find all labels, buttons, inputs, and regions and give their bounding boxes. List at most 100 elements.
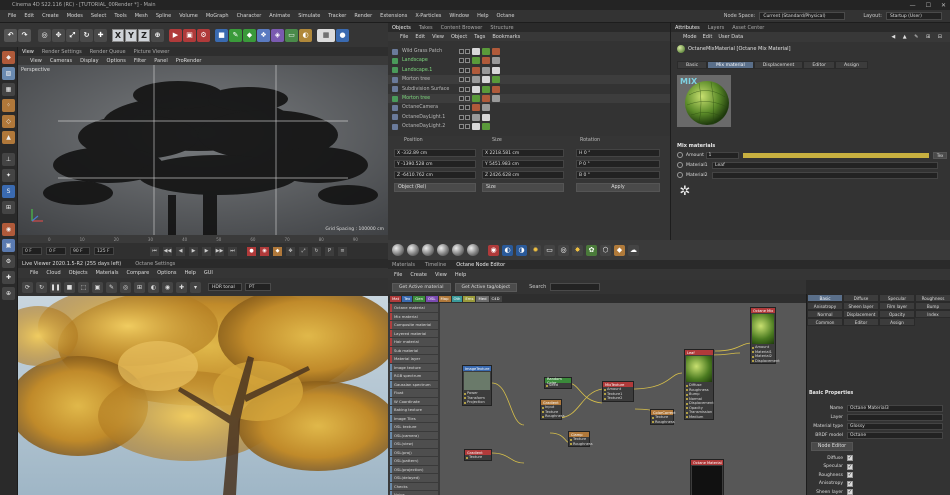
material-type-select[interactable]: Glossy xyxy=(847,422,943,430)
name-field[interactable]: Octane Material3 xyxy=(847,404,943,412)
y-axis-lock[interactable]: Y xyxy=(125,28,137,42)
size-z-field[interactable]: Z 2426.628 cm xyxy=(482,171,564,179)
size-y-field[interactable]: Y 5451.983 cm xyxy=(482,160,564,168)
liveviewer-settings-icon[interactable]: ⚙ xyxy=(2,255,15,268)
material-sphere-icon[interactable] xyxy=(467,244,479,256)
tab-asset-center[interactable]: Asset Center xyxy=(732,25,764,31)
rotate-tool-icon[interactable]: ↻ xyxy=(80,28,93,42)
editor-visibility-dot[interactable] xyxy=(459,49,464,54)
object-tag-icon[interactable] xyxy=(472,123,480,131)
mat-tab-basic[interactable]: Basic xyxy=(677,61,708,69)
octane-environment-icon[interactable]: ◑ xyxy=(516,244,527,256)
start-frame-field[interactable]: 0 F xyxy=(22,247,42,255)
locked-workplane-icon[interactable]: ⊞ xyxy=(2,201,15,214)
material-preview[interactable]: MIX xyxy=(677,75,731,127)
tab-attributes[interactable]: Attributes xyxy=(675,25,700,31)
autokey-icon[interactable]: ◉ xyxy=(260,246,269,256)
floor-icon[interactable]: ▭ xyxy=(285,28,298,42)
liveviewer-pin-icon[interactable]: ✚ xyxy=(2,271,15,284)
material-node[interactable]: Gradient Input Texture Roughness xyxy=(540,399,565,420)
render-visibility-dot[interactable] xyxy=(465,96,470,101)
scatter-icon[interactable]: ✿ xyxy=(586,244,597,256)
rotation-p-field[interactable]: P 0 ° xyxy=(576,160,660,168)
node-space-select[interactable]: Current (Standard/Physical) xyxy=(759,12,846,20)
node-prop-tab[interactable]: Assign xyxy=(879,318,915,326)
viewport-menu-panel[interactable]: Panel xyxy=(154,58,168,64)
recent-tool-icon[interactable]: ✚ xyxy=(94,28,107,42)
node-type-item[interactable]: OSL(pattern) xyxy=(390,457,438,465)
record-icon[interactable]: ● xyxy=(247,246,256,256)
menu-modes[interactable]: Modes xyxy=(63,13,87,19)
rotation-key-icon[interactable]: ↻ xyxy=(312,246,321,256)
node-type-item[interactable]: W Coordinate xyxy=(390,397,438,405)
viewport-menu-view[interactable]: View xyxy=(30,58,42,64)
attr-nav-icons[interactable]: ◀ ▲ ✎ ⊞ ⊟ xyxy=(891,34,945,40)
tab-content-browser[interactable]: Content Browser xyxy=(441,25,483,31)
material-node[interactable]: Gradient Texture xyxy=(464,449,492,461)
render-settings-icon[interactable]: ⚙ xyxy=(197,28,210,42)
editor-visibility-dot[interactable] xyxy=(459,114,464,120)
object-tag-icon[interactable] xyxy=(482,57,490,65)
checkbox[interactable]: ✓ xyxy=(847,480,853,487)
node-menu-view[interactable]: View xyxy=(435,272,447,278)
maximize-button[interactable]: ☐ xyxy=(926,2,931,9)
menu-window[interactable]: Window xyxy=(445,13,473,19)
mat-tab-mix-material[interactable]: Mix material xyxy=(707,61,754,69)
editor-visibility-dot[interactable] xyxy=(459,96,464,101)
current-frame-field[interactable]: 0 F xyxy=(46,247,66,255)
octane-vdb-icon[interactable]: ◆ xyxy=(614,244,625,256)
node-type-item[interactable]: Image texture xyxy=(390,363,438,371)
editor-visibility-dot[interactable] xyxy=(459,67,464,73)
lv-menu-file[interactable]: File xyxy=(30,270,38,276)
lock-resolution-icon[interactable]: ⊞ xyxy=(134,281,145,293)
material-node[interactable]: Octane Material xyxy=(690,459,724,495)
tab-structure[interactable]: Structure xyxy=(490,25,513,31)
mat-tab-editor[interactable]: Editor xyxy=(803,61,835,69)
lv-menu-compare[interactable]: Compare xyxy=(126,270,149,276)
node-prop-tab[interactable]: Basic xyxy=(807,294,843,302)
animate-dot-icon[interactable] xyxy=(677,172,683,178)
next-key-icon[interactable]: ▶▶ xyxy=(215,246,224,256)
node-canvas[interactable]: ImageTexture Power Transform Projection Rand… xyxy=(440,303,806,495)
stop-render-icon[interactable]: ■ xyxy=(64,281,75,293)
viewport-menu-cameras[interactable]: Cameras xyxy=(50,58,72,64)
deformer-icon[interactable]: ◈ xyxy=(271,28,284,42)
previous-key-icon[interactable]: ◀◀ xyxy=(163,246,172,256)
node-category-tab[interactable]: Med xyxy=(476,295,489,302)
node-prop-tab[interactable]: Sheen layer xyxy=(843,302,879,310)
node-prop-tab[interactable]: Specular xyxy=(879,294,915,302)
animate-dot-icon[interactable] xyxy=(677,162,683,168)
focus-picker-icon[interactable]: ✚ xyxy=(176,281,187,293)
render-visibility-dot[interactable] xyxy=(465,58,470,64)
keyframe-selection-icon[interactable]: ◆ xyxy=(273,246,282,256)
object-row[interactable]: OctaneDayLight.2 xyxy=(388,122,670,131)
rotation-b-field[interactable]: B 0 ° xyxy=(576,171,660,179)
pick-object-icon[interactable]: ◎ xyxy=(120,281,131,293)
object-name[interactable]: Morton tree xyxy=(388,96,458,101)
restart-render-icon[interactable]: ↻ xyxy=(36,281,47,293)
tab-octane-settings[interactable]: Octane Settings xyxy=(135,261,175,267)
node-category-tab[interactable]: Tex xyxy=(402,295,413,302)
object-tag-icon[interactable] xyxy=(472,48,480,55)
node-type-item[interactable]: OSL texture xyxy=(390,423,438,431)
menu-x-particles[interactable]: X-Particles xyxy=(411,13,445,19)
viewport-menu-filter[interactable]: Filter xyxy=(134,58,146,64)
menu-help[interactable]: Help xyxy=(473,13,492,19)
object-name[interactable]: Landscape.1 xyxy=(388,68,458,73)
object-row[interactable]: Wild Grass Patch xyxy=(388,47,670,56)
node-category-tab[interactable]: C4D xyxy=(489,295,502,302)
position-z-field[interactable]: Z -6410.762 cm xyxy=(394,171,476,179)
node-type-item[interactable]: OSL(camera) xyxy=(390,431,438,439)
points-mode-icon[interactable]: ⁘ xyxy=(2,99,15,112)
octane-camera-icon[interactable]: ◉ xyxy=(488,244,499,256)
object-tag-icon[interactable] xyxy=(472,95,480,102)
render-visibility-dot[interactable] xyxy=(465,86,470,92)
object-tag-icon[interactable] xyxy=(492,85,500,93)
timeline-ruler[interactable]: 0 10 20 30 40 50 60 70 80 90 xyxy=(18,235,388,243)
object-tag-icon[interactable] xyxy=(482,66,490,74)
lv-menu-options[interactable]: Options xyxy=(157,270,176,276)
sun-icon[interactable]: ✹ xyxy=(530,244,541,256)
node-type-item[interactable]: OSL(proj) xyxy=(390,448,438,456)
editor-visibility-dot[interactable] xyxy=(459,124,464,130)
scale-tool-icon[interactable]: ⤢ xyxy=(66,28,79,42)
